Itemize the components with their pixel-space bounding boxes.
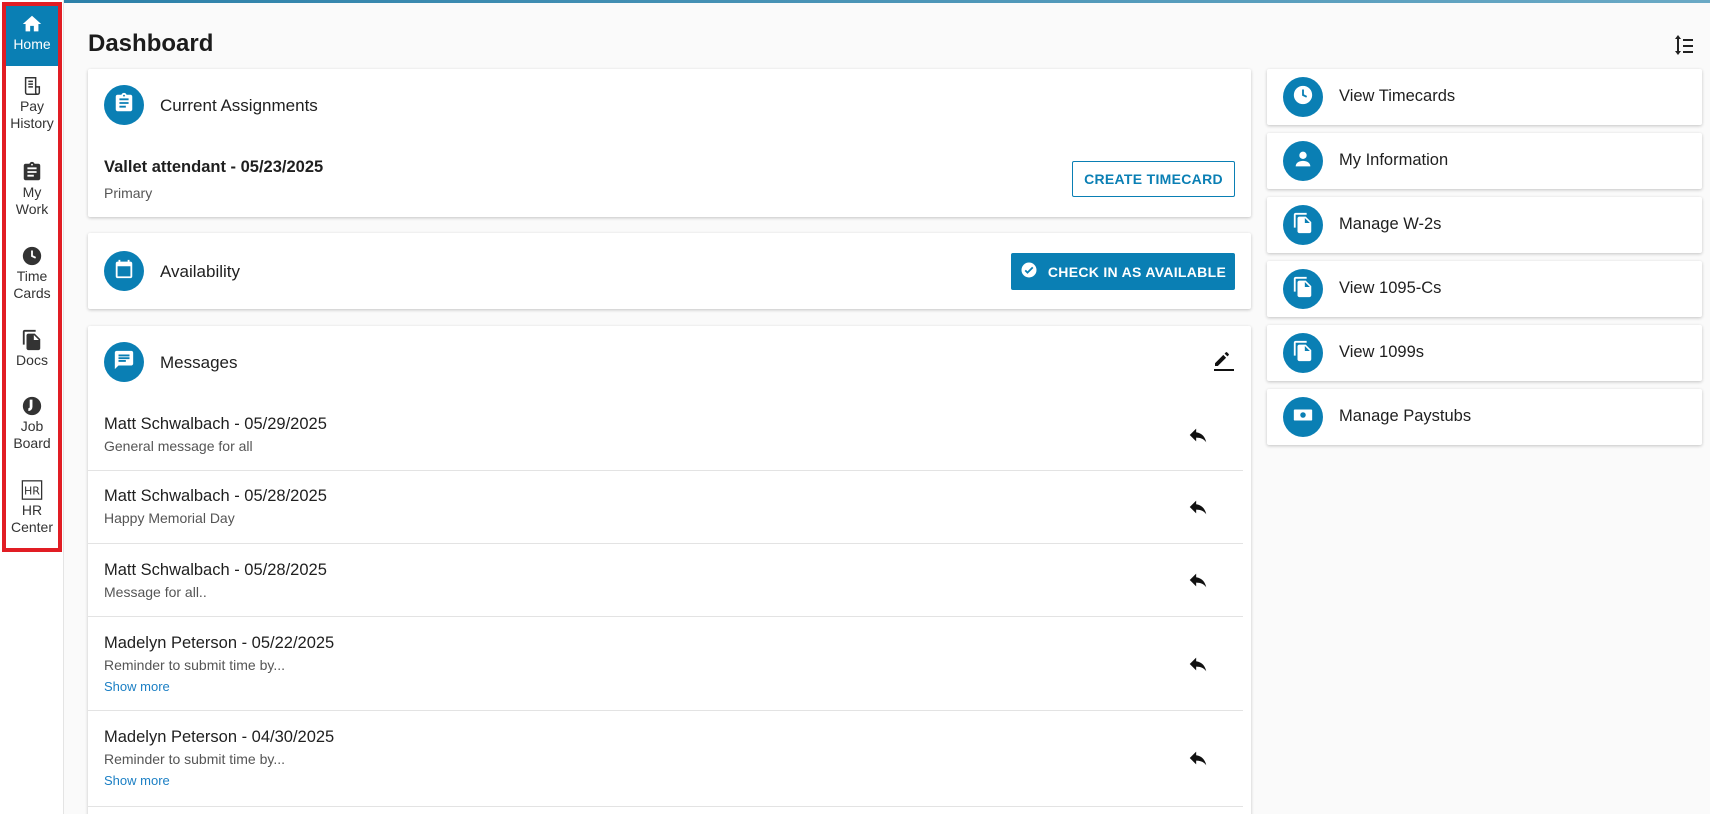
quick-link-icon-circle	[1283, 205, 1323, 245]
messages-icon-circle	[104, 342, 144, 382]
page-title: Dashboard	[88, 30, 214, 57]
message-header: Matt Schwalbach - 05/29/2025	[104, 415, 327, 433]
compose-icon[interactable]	[1212, 346, 1236, 372]
check-in-available-button[interactable]: CHECK IN AS AVAILABLE	[1011, 253, 1235, 290]
availability-icon-circle	[104, 251, 144, 291]
view-timecards-card[interactable]: View Timecards	[1267, 69, 1702, 125]
reply-icon[interactable]	[1187, 569, 1209, 591]
reply-icon[interactable]	[1187, 424, 1209, 446]
list-item[interactable]: Matt Schwalbach - 05/28/2025 Message for…	[88, 544, 1243, 617]
availability-title: Availability	[160, 262, 241, 281]
assignment-name: Vallet attendant - 05/23/2025	[104, 158, 324, 176]
money-icon	[1292, 404, 1314, 431]
quick-link-label: My Information	[1339, 151, 1449, 169]
reply-icon[interactable]	[1187, 747, 1209, 769]
view-1099s-card[interactable]: View 1099s	[1267, 325, 1702, 381]
assignments-card: Current Assignments Vallet attendant - 0…	[88, 69, 1251, 217]
quick-link-icon-circle	[1283, 397, 1323, 437]
documents-icon	[1292, 212, 1314, 239]
message-header: Madelyn Peterson - 05/22/2025	[104, 634, 335, 652]
my-information-card[interactable]: My Information	[1267, 133, 1702, 189]
reply-icon[interactable]	[1187, 496, 1209, 518]
clipboard-icon	[113, 92, 135, 119]
top-accent-line	[0, 0, 1710, 3]
sidebar: Home Pay History My Work Time Cards Docs…	[0, 0, 64, 814]
message-body: General message for all	[104, 438, 253, 454]
message-body: Reminder to submit time by...	[104, 657, 286, 673]
check-in-label: CHECK IN AS AVAILABLE	[1047, 263, 1227, 280]
list-item[interactable]: Madelyn Peterson - 05/22/2025 Reminder t…	[88, 617, 1243, 711]
list-item[interactable]: Matt Schwalbach - 05/29/2025 General mes…	[88, 400, 1243, 471]
quick-link-icon-circle	[1283, 141, 1323, 181]
sidebar-highlight-box	[2, 2, 62, 552]
clock-icon	[1292, 84, 1314, 111]
list-item[interactable]: Matt Schwalbach - 05/28/2025 Happy Memor…	[88, 471, 1243, 544]
message-body: Happy Memorial Day	[104, 510, 235, 526]
calendar-icon	[113, 258, 135, 285]
manage-paystubs-card[interactable]: Manage Paystubs	[1267, 389, 1702, 445]
person-icon	[1292, 148, 1314, 175]
create-timecard-button[interactable]: CREATE TIMECARD	[1072, 161, 1235, 197]
reply-icon[interactable]	[1187, 653, 1209, 675]
availability-card: Availability CHECK IN AS AVAILABLE	[88, 233, 1251, 309]
quick-link-label: View 1099s	[1339, 343, 1425, 361]
documents-icon	[1292, 340, 1314, 367]
message-header: Matt Schwalbach - 05/28/2025	[104, 487, 327, 505]
messages-title: Messages	[160, 353, 238, 372]
view-1095cs-card[interactable]: View 1095-Cs	[1267, 261, 1702, 317]
quick-link-icon-circle	[1283, 333, 1323, 373]
show-more-link[interactable]: Show more	[104, 679, 170, 694]
quick-link-icon-circle	[1283, 77, 1323, 117]
assignments-title: Current Assignments	[160, 96, 318, 115]
quick-link-label: View Timecards	[1339, 87, 1456, 105]
assignments-icon-circle	[104, 85, 144, 125]
quick-link-icon-circle	[1283, 269, 1323, 309]
quick-link-label: Manage W-2s	[1339, 215, 1442, 233]
show-more-link[interactable]: Show more	[104, 773, 170, 788]
check-circle-icon	[1020, 261, 1038, 282]
manage-w2s-card[interactable]: Manage W-2s	[1267, 197, 1702, 253]
quick-link-label: Manage Paystubs	[1339, 407, 1472, 425]
chat-icon	[113, 349, 135, 376]
assignment-type: Primary	[104, 185, 153, 201]
quick-link-label: View 1095-Cs	[1339, 279, 1442, 297]
sort-icon[interactable]	[1672, 34, 1696, 58]
documents-icon	[1292, 276, 1314, 303]
message-header: Matt Schwalbach - 05/28/2025	[104, 561, 327, 579]
message-body: Message for all..	[104, 584, 207, 600]
message-header: Madelyn Peterson - 04/30/2025	[104, 728, 335, 746]
message-body: Reminder to submit time by...	[104, 751, 286, 767]
list-item[interactable]: Madelyn Peterson - 04/30/2025 Reminder t…	[88, 711, 1243, 807]
